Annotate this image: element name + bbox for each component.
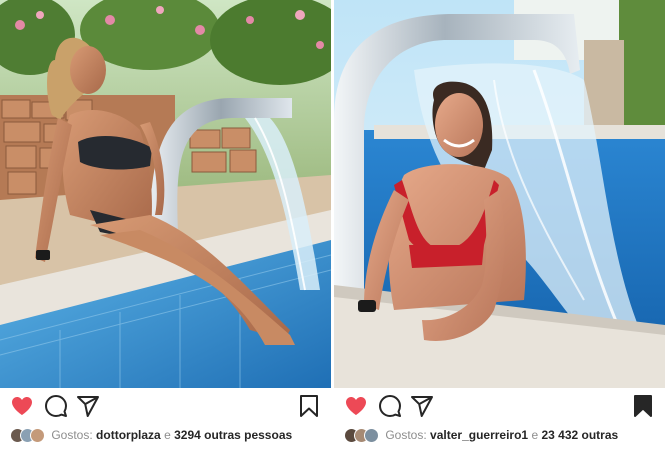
bookmark-icon xyxy=(300,395,318,417)
heart-icon xyxy=(12,397,32,415)
comment-button[interactable] xyxy=(44,394,68,418)
share-icon xyxy=(77,396,99,417)
post-photo[interactable] xyxy=(334,0,665,388)
avatar xyxy=(30,427,45,443)
others-liked-link[interactable]: 3294 outras pessoas xyxy=(174,428,292,442)
save-button[interactable] xyxy=(631,394,655,418)
like-button[interactable] xyxy=(344,394,368,418)
post-photo[interactable] xyxy=(0,0,331,388)
heart-icon xyxy=(346,397,366,415)
first-liker-link[interactable]: dottorplaza xyxy=(96,428,161,442)
post-actions-bar xyxy=(8,394,323,420)
avatar xyxy=(364,427,379,443)
like-button[interactable] xyxy=(10,394,34,418)
likes-prefix: Gostos: xyxy=(51,427,93,442)
likes-prefix: Gostos: xyxy=(385,427,427,442)
likes-summary: Gostos: dottorplaza e 3294 outras pessoa… xyxy=(10,427,327,445)
likes-connector: e xyxy=(531,427,539,442)
instagram-post-right: Gostos: valter_guerreiro1 e 23 432 outra… xyxy=(334,0,665,450)
bookmark-icon xyxy=(634,395,652,417)
liker-avatars[interactable] xyxy=(344,427,382,443)
others-liked-link[interactable]: 23 432 outras xyxy=(541,428,618,442)
likes-connector: e xyxy=(164,427,171,442)
share-icon xyxy=(411,396,433,417)
share-button[interactable] xyxy=(76,394,100,418)
comment-button[interactable] xyxy=(378,394,402,418)
save-button[interactable] xyxy=(297,394,321,418)
comment-icon xyxy=(45,395,67,417)
instagram-post-left: Gostos: dottorplaza e 3294 outras pessoa… xyxy=(0,0,331,450)
share-button[interactable] xyxy=(410,394,434,418)
first-liker-link[interactable]: valter_guerreiro1 xyxy=(430,428,528,442)
post-actions-bar xyxy=(342,394,657,420)
comment-icon xyxy=(379,395,401,417)
likes-summary: Gostos: valter_guerreiro1 e 23 432 outra… xyxy=(344,427,661,445)
liker-avatars[interactable] xyxy=(10,427,48,443)
